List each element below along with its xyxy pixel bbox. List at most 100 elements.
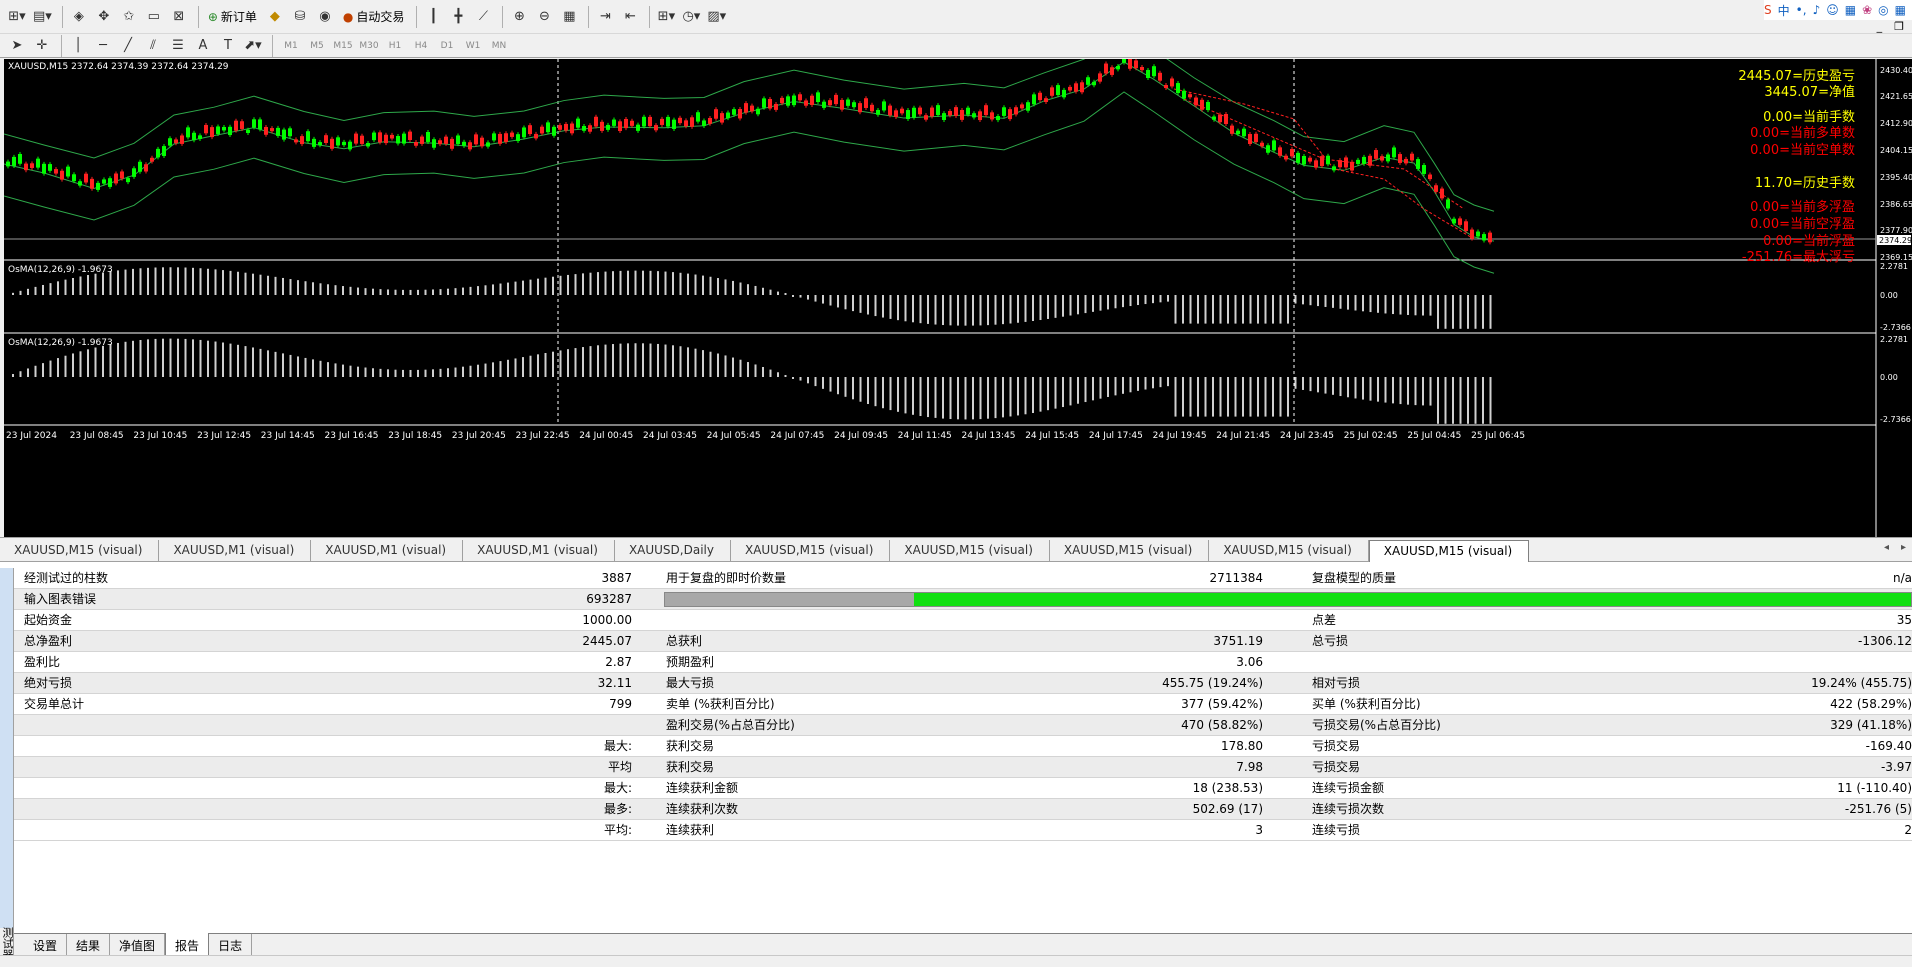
chart-symbol-info: XAUUSD,M15 2372.64 2374.39 2372.64 2374.… <box>8 62 229 72</box>
chart-tab[interactable]: XAUUSD,M15 (visual) <box>1050 540 1210 561</box>
report-cell-l3: 亏损交易 <box>1312 739 1361 753</box>
chart-tab[interactable]: XAUUSD,Daily <box>615 540 731 561</box>
report-cell-l1: 总净盈利 <box>24 634 73 648</box>
zoom-out-icon[interactable]: ⊖ <box>533 6 555 28</box>
tester-tab[interactable]: 设置 <box>24 934 68 957</box>
report-cell-l2: 连续获利金额 <box>666 781 739 795</box>
scroll-left-icon[interactable]: ◂ <box>1884 542 1889 553</box>
signals-icon[interactable]: ◉ <box>314 6 336 28</box>
chart-tab[interactable]: XAUUSD,M1 (visual) <box>311 540 464 561</box>
report-row: 平均 获利交易 7.98 亏损交易 -3.97 <box>14 757 1912 778</box>
timeframe-d1[interactable]: D1 <box>434 41 460 51</box>
candlestick-icon[interactable]: ╋ <box>447 6 469 28</box>
data-window-icon[interactable]: ✥ <box>93 6 115 28</box>
timeframe-mn[interactable]: MN <box>486 41 512 51</box>
timeframe-m1[interactable]: M1 <box>278 41 304 51</box>
time-tick: 24 Jul 15:45 <box>1025 431 1079 441</box>
report-cell-v1: 最多: <box>603 802 632 816</box>
timeframe-m15[interactable]: M15 <box>330 41 356 51</box>
metatrader-window: ⊞▾ ▤▾ ◈ ✥ ✩ ▭ ⊠ ⊕ 新订单 ◆ ⛁ ◉ ● 自动交易 ┃ ╋ ⟋ ⊕… <box>0 0 1912 967</box>
punctuation-icon[interactable]: •, <box>1796 3 1807 17</box>
text-label-icon[interactable]: T <box>217 35 239 57</box>
report-cell-v3: 19.24% (455.75) <box>1811 676 1912 690</box>
chart-tab[interactable]: XAUUSD,M15 (visual) <box>890 540 1050 561</box>
chart-tab[interactable]: XAUUSD,M15 (visual) <box>1209 540 1369 561</box>
trendline-icon[interactable]: ╱ <box>117 35 139 57</box>
fibonacci-icon[interactable]: ☰ <box>167 35 189 57</box>
timeframe-m30[interactable]: M30 <box>356 41 382 51</box>
toolbar-separator <box>61 5 63 28</box>
tester-tab[interactable]: 日志 <box>209 934 253 957</box>
report-cell-v3: -1306.12 <box>1858 634 1912 648</box>
auto-trading-label: 自动交易 <box>356 10 405 24</box>
chart-tab[interactable]: XAUUSD,M15 (visual) <box>0 540 160 561</box>
ime-lang-label[interactable]: 中 <box>1778 2 1790 19</box>
templates-icon[interactable]: ▨▾ <box>705 6 728 28</box>
report-row: 最大: 连续获利金额 18 (238.53) 连续亏损金额 11 (-110.40) <box>14 778 1912 799</box>
channel-icon[interactable]: ⫽ <box>142 35 164 57</box>
bar-chart-icon[interactable]: ┃ <box>422 6 444 28</box>
navigator-icon[interactable]: ✩ <box>118 6 140 28</box>
zoom-in-icon[interactable]: ⊕ <box>508 6 530 28</box>
tester-panel: XAUUSD,M15 (visual) XAUUSD,M1 (visual) XAU… <box>0 537 1912 967</box>
meta-editor-icon[interactable]: ◆ <box>264 6 286 28</box>
horizontal-line-icon[interactable]: ─ <box>92 35 114 57</box>
report-cell-v1: 平均 <box>607 760 632 774</box>
line-chart-icon[interactable]: ⟋ <box>472 6 494 28</box>
tile-windows-icon[interactable]: ▦ <box>558 6 580 28</box>
timeframe-m5[interactable]: M5 <box>304 41 330 51</box>
price-axis: 2430.40 2421.65 2412.90 2404.15 2395.40 2386.… <box>1877 66 1912 424</box>
timeframe-h1[interactable]: H1 <box>382 41 408 51</box>
report-cell-v2: 18 (238.53) <box>1192 781 1263 795</box>
osma-histogram-2 <box>12 338 1492 424</box>
indicators-icon[interactable]: ⊞▾ <box>655 6 677 28</box>
microphone-icon[interactable]: ♪ <box>1813 3 1821 17</box>
auto-trading-button[interactable]: ● 自动交易 <box>339 6 409 28</box>
report-cell-v2: 178.80 <box>1221 739 1263 753</box>
periods-icon[interactable]: ◷▾ <box>680 6 702 28</box>
chart-tab[interactable]: XAUUSD,M15 (visual) <box>1368 540 1530 562</box>
chart-canvas[interactable]: XAUUSD,M15 2372.64 2374.39 2372.64 2374.… <box>4 59 1912 537</box>
timeframe-w1[interactable]: W1 <box>460 41 486 51</box>
report-cell-l3: 相对亏损 <box>1312 676 1361 690</box>
arrows-icon[interactable]: ⬈▾ <box>242 35 264 57</box>
report-row: 绝对亏损 32.11 最大亏损 455.75 (19.24%) 相对亏损 19.24% (… <box>14 673 1912 694</box>
sogou-icon[interactable]: S <box>1764 3 1772 17</box>
price-chart[interactable]: XAUUSD,M15 2372.64 2374.39 2372.64 2374.… <box>4 59 1912 537</box>
new-order-button[interactable]: ⊕ 新订单 <box>204 6 261 28</box>
time-tick: 23 Jul 10:45 <box>133 431 187 441</box>
crosshair-icon[interactable]: ✛ <box>31 35 53 57</box>
account-info-line: 0.00=当前空浮盈 <box>1750 216 1855 232</box>
emoji-icon[interactable]: ☺ <box>1826 3 1839 17</box>
vertical-line-icon[interactable]: │ <box>67 35 89 57</box>
skin-icon[interactable]: ❀ <box>1862 3 1872 17</box>
text-icon[interactable]: A <box>192 35 214 57</box>
profiles-icon[interactable]: ▤▾ <box>31 6 54 28</box>
osma1-tick: -2.7366 <box>1880 323 1911 332</box>
keyboard-icon[interactable]: ▦ <box>1845 3 1856 17</box>
report-row: 盈利比 2.87 预期盈利 3.06 <box>14 652 1912 673</box>
cursor-icon[interactable]: ➤ <box>6 35 28 57</box>
game-icon[interactable]: ◎ <box>1878 3 1888 17</box>
tester-tab[interactable]: 净值图 <box>110 934 166 957</box>
account-info-line: -251.76=最大浮亏 <box>1742 250 1855 265</box>
scroll-right-icon[interactable]: ▸ <box>1901 542 1906 553</box>
chart-tab[interactable]: XAUUSD,M15 (visual) <box>731 540 891 561</box>
autoscroll-icon[interactable]: ⇥ <box>594 6 616 28</box>
chart-tab[interactable]: XAUUSD,M1 (visual) <box>463 540 615 561</box>
tester-tab[interactable]: 结果 <box>67 934 111 957</box>
chart-shift-icon[interactable]: ⇤ <box>619 6 641 28</box>
time-tick: 25 Jul 02:45 <box>1344 431 1398 441</box>
toolbar-separator <box>197 5 199 28</box>
strategy-tester-icon[interactable]: ⊠ <box>168 6 190 28</box>
chart-tab[interactable]: XAUUSD,M1 (visual) <box>159 540 312 561</box>
terminal-icon[interactable]: ▭ <box>143 6 165 28</box>
new-chart-icon[interactable]: ⊞▾ <box>6 6 28 28</box>
minimize-icon[interactable]: _ <box>1877 20 1883 33</box>
market-watch-icon[interactable]: ◈ <box>68 6 90 28</box>
timeframe-h4[interactable]: H4 <box>408 41 434 51</box>
current-price-label: 2374.29 <box>1879 236 1912 245</box>
menu-grid-icon[interactable]: ▦ <box>1895 3 1906 17</box>
market-icon[interactable]: ⛁ <box>289 6 311 28</box>
restore-icon[interactable]: ❐ <box>1894 20 1904 33</box>
